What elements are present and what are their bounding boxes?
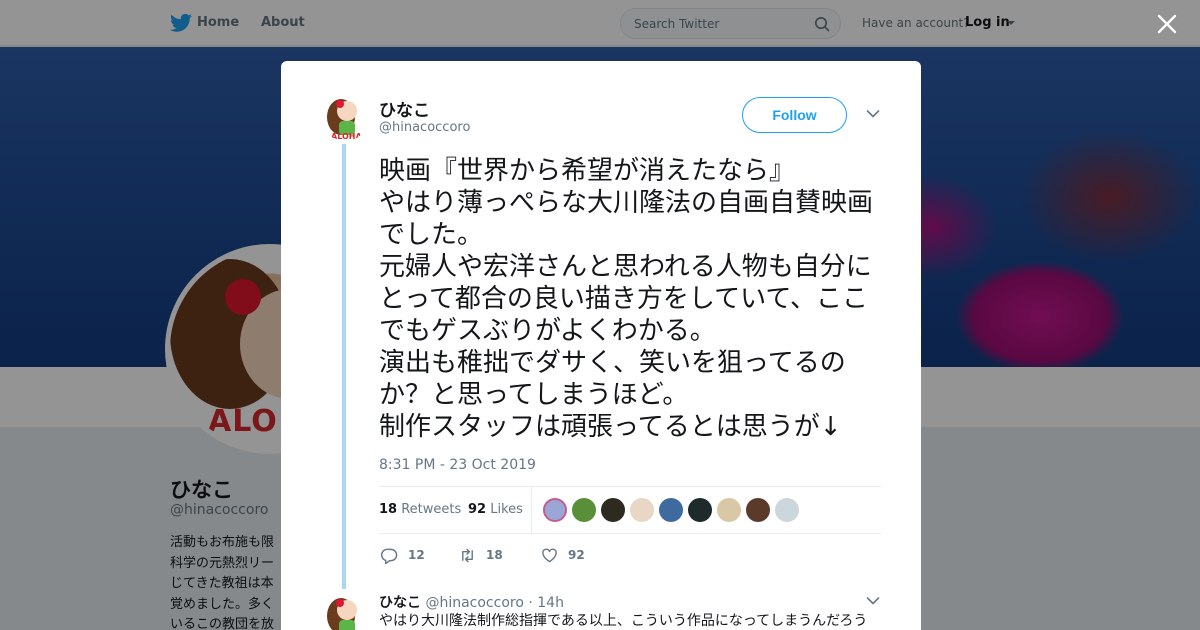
reply-author-avatar[interactable] <box>321 592 369 630</box>
retweets-count: 18 <box>379 502 398 517</box>
like-count: 92 <box>568 548 585 562</box>
liker-avatar[interactable] <box>630 498 654 522</box>
reply-separator: · <box>528 595 533 611</box>
retweet-icon <box>462 548 473 563</box>
liker-avatar[interactable] <box>601 498 625 522</box>
liker-avatar-default[interactable] <box>775 498 799 522</box>
retweets-stat[interactable]: 18 Retweets <box>379 502 461 517</box>
tweet-text: 映画『世界から希望が消えたなら』 やはり薄っぺらな大川隆法の自画自賛映画でした。… <box>379 156 874 442</box>
tweet-timestamp[interactable]: 8:31 PM - 23 Oct 2019 <box>379 457 536 473</box>
thread-connector-line <box>342 144 346 589</box>
reply-count: 12 <box>408 548 425 562</box>
avatar-illustration <box>327 598 357 630</box>
follow-button[interactable]: Follow <box>742 97 847 133</box>
svg-text:ALOHA: ALOHA <box>331 132 363 141</box>
reply-header: ひなこ @hinacoccoro · 14h <box>379 592 564 612</box>
liker-avatar[interactable] <box>572 498 596 522</box>
heart-icon <box>542 548 557 563</box>
liker-avatar[interactable] <box>717 498 741 522</box>
liker-avatar[interactable] <box>543 498 567 522</box>
reply-author-handle[interactable]: @hinacoccoro <box>425 595 523 611</box>
reply-author-name[interactable]: ひなこ <box>379 595 421 611</box>
tweet-modal: ALOHA ひなこ @hinacoccoro Follow 映画『世界から希望が… <box>281 61 921 630</box>
avatar-illustration: ALOHA <box>327 99 363 141</box>
liker-avatar[interactable] <box>746 498 770 522</box>
chevron-down-icon[interactable] <box>866 596 880 606</box>
stats-divider <box>531 487 532 533</box>
retweets-label: Retweets <box>401 502 462 517</box>
reply-text: やはり大川隆法制作総指揮である以上、こういう作品になってしまうんだろう <box>379 613 868 629</box>
likes-count: 92 <box>468 502 487 517</box>
reply-age[interactable]: 14h <box>537 595 564 611</box>
liker-avatar[interactable] <box>659 498 683 522</box>
retweet-count: 18 <box>486 548 503 562</box>
close-icon[interactable] <box>1155 12 1179 36</box>
tweet-author-avatar[interactable]: ALOHA <box>321 93 369 141</box>
tweet-author-handle[interactable]: @hinacoccoro <box>379 120 470 135</box>
likes-stat[interactable]: 92 Likes <box>468 502 523 517</box>
reply-icon <box>381 548 398 564</box>
tweet-stats: 18 Retweets 92 Likes <box>379 486 881 534</box>
liker-avatar[interactable] <box>688 498 712 522</box>
chevron-down-icon[interactable] <box>866 109 880 119</box>
likes-label: Likes <box>490 502 523 517</box>
tweet-author-name[interactable]: ひなこ <box>379 96 430 121</box>
